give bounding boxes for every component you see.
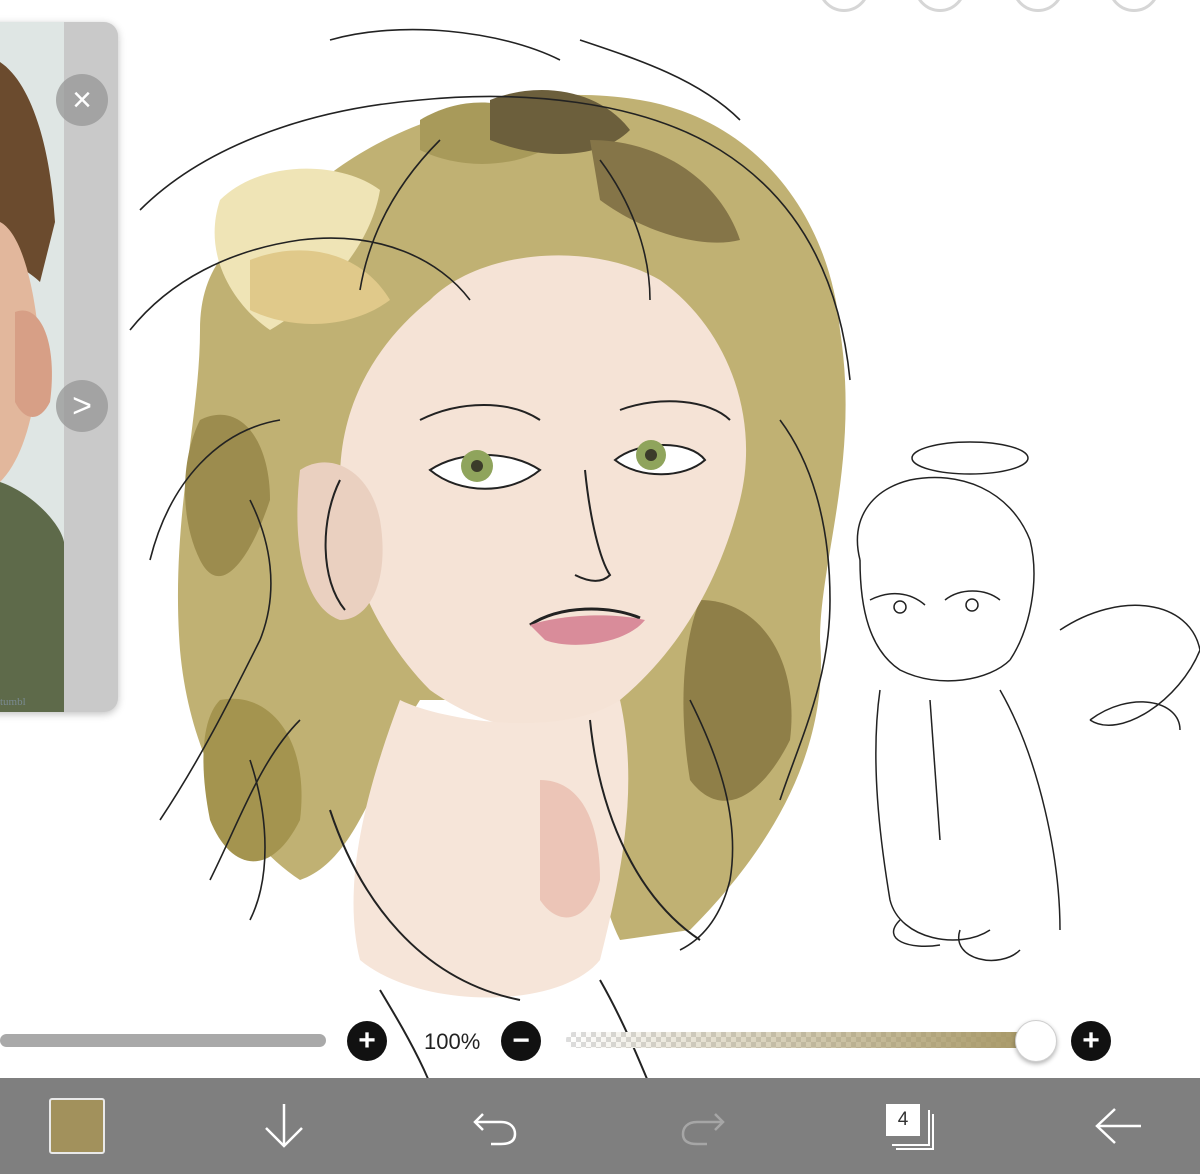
chibi-angel-sketch	[856, 441, 1200, 962]
chevron-right-icon: >	[72, 387, 92, 425]
bottom-toolbar: 4	[0, 1078, 1200, 1174]
opacity-increase-button[interactable]: +	[1071, 1021, 1111, 1061]
next-reference-button[interactable]: >	[56, 380, 108, 432]
layers-icon: 4	[886, 1104, 934, 1150]
undo-icon	[473, 1113, 517, 1146]
opacity-slider-thumb[interactable]	[1015, 1020, 1057, 1062]
layers-button[interactable]: 4	[880, 1078, 940, 1174]
minus-icon: −	[512, 1024, 530, 1057]
layer-count-badge: 4	[886, 1104, 920, 1136]
plus-icon: +	[1082, 1024, 1100, 1057]
drawing-canvas[interactable]	[0, 0, 1200, 1174]
back-arrow-icon	[1095, 1108, 1141, 1144]
current-color-swatch	[49, 1098, 105, 1154]
plus-icon: +	[358, 1024, 376, 1057]
opacity-percent-label: 100%	[424, 1029, 481, 1055]
color-picker-button[interactable]	[44, 1078, 110, 1174]
reference-image-panel[interactable]: × > tumbl	[0, 22, 118, 712]
brush-size-increase-button[interactable]: +	[347, 1021, 387, 1061]
back-button[interactable]	[1088, 1078, 1148, 1174]
close-reference-button[interactable]: ×	[56, 74, 108, 126]
undo-button[interactable]	[464, 1078, 524, 1174]
brush-size-slider[interactable]	[0, 1034, 326, 1047]
close-icon: ×	[72, 81, 92, 119]
opacity-slider[interactable]	[566, 1032, 1050, 1048]
reference-photo	[0, 22, 64, 712]
opacity-decrease-button[interactable]: −	[501, 1021, 541, 1061]
down-arrow-icon	[265, 1104, 303, 1148]
redo-icon	[681, 1113, 725, 1146]
redo-button[interactable]	[674, 1078, 734, 1174]
download-button[interactable]	[254, 1078, 314, 1174]
reference-watermark: tumbl	[0, 696, 26, 708]
